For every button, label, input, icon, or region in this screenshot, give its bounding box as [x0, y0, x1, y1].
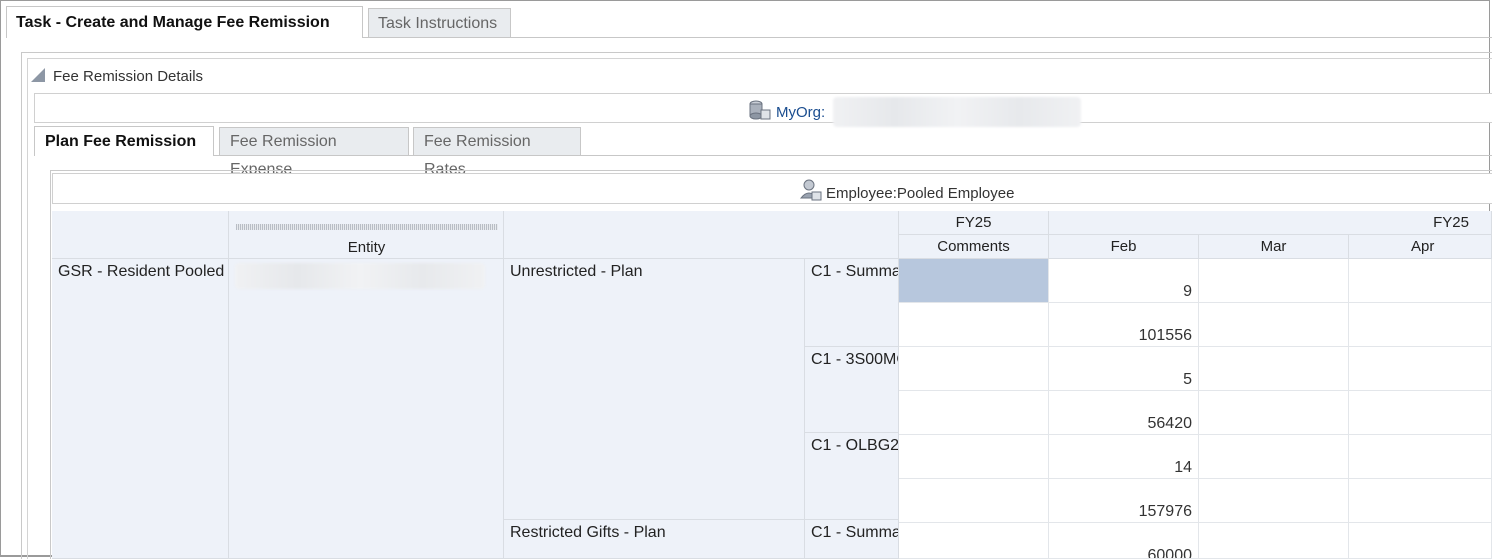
section-header[interactable]: Fee Remission Details [31, 66, 203, 88]
month-header-mar: Mar [1199, 235, 1349, 259]
apr-value-cell[interactable] [1349, 479, 1492, 523]
comment-cell[interactable] [899, 391, 1049, 435]
feb-value-cell[interactable]: 14 [1049, 435, 1199, 479]
mar-value-cell[interactable] [1199, 435, 1349, 479]
row-header-gsr-resident-pooled[interactable]: GSR - Resident Pooled [52, 259, 229, 559]
comments-header: Comments [899, 235, 1049, 259]
tab-fee-remission-expense[interactable]: Fee Remission Expense [219, 127, 409, 178]
corner-cell [52, 211, 229, 259]
tab-create-manage-fee-remission[interactable]: Task - Create and Manage Fee Remission [6, 6, 363, 38]
grid-pov-bar: Employee:Pooled Employee [52, 173, 1492, 204]
fy25-comments-header: FY25 [899, 211, 1049, 235]
apr-value-cell[interactable] [1349, 523, 1492, 559]
feb-value-cell[interactable]: 56420 [1049, 391, 1199, 435]
dimension-cube-icon [747, 99, 773, 129]
feb-value-cell[interactable]: 157976 [1049, 479, 1199, 523]
feb-value-cell[interactable]: 5 [1049, 347, 1199, 391]
tab-task-instructions[interactable]: Task Instructions [368, 8, 511, 37]
pov-bar: MyOrg: [34, 93, 1492, 127]
comment-cell[interactable] [899, 303, 1049, 347]
column-drag-handle[interactable] [236, 224, 498, 230]
pov-myorg-value-redacted[interactable] [833, 97, 1082, 127]
apr-value-cell[interactable] [1349, 303, 1492, 347]
row-header-entity[interactable] [229, 259, 504, 559]
fy25-months-header: FY25 [1049, 211, 1492, 235]
entity-value-redacted [235, 263, 485, 289]
feb-value-cell[interactable]: 101556 [1049, 303, 1199, 347]
tab-plan-fee-remission[interactable]: Plan Fee Remission [34, 126, 214, 156]
comment-cell[interactable] [899, 259, 1049, 303]
comment-cell[interactable] [899, 435, 1049, 479]
entity-header: Entity [347, 239, 386, 256]
row-header-restricted-gifts-plan[interactable]: Restricted Gifts - Plan [504, 520, 805, 559]
mar-value-cell[interactable] [1199, 391, 1349, 435]
apr-value-cell[interactable] [1349, 347, 1492, 391]
mar-value-cell[interactable] [1199, 523, 1349, 559]
row-header-c1-summa[interactable]: C1 - Summa [805, 259, 899, 347]
feb-value-cell[interactable]: 60000 [1049, 523, 1199, 559]
mar-value-cell[interactable] [1199, 479, 1349, 523]
apr-value-cell[interactable] [1349, 259, 1492, 303]
section-title: Fee Remission Details [53, 68, 204, 85]
apr-value-cell[interactable] [1349, 435, 1492, 479]
row-header-c1-summa-2[interactable]: C1 - Summa [805, 520, 899, 559]
pov-myorg-label: MyOrg: [776, 104, 826, 121]
row-header-c1-olbg25[interactable]: C1 - OLBG25 [805, 433, 899, 520]
mar-value-cell[interactable] [1199, 347, 1349, 391]
month-header-feb: Feb [1049, 235, 1199, 259]
tab-fee-remission-rates[interactable]: Fee Remission Rates [413, 127, 581, 178]
row-header-c1-3s00mc[interactable]: C1 - 3S00MC [805, 347, 899, 433]
feb-value-cell[interactable]: 9 [1049, 259, 1199, 303]
row-header-unrestricted-plan[interactable]: Unrestricted - Plan [504, 259, 805, 520]
mar-value-cell[interactable] [1199, 303, 1349, 347]
task-tab-bar: Task - Create and Manage Fee Remission T… [6, 6, 1492, 38]
mar-value-cell[interactable] [1199, 259, 1349, 303]
comment-cell[interactable] [899, 523, 1049, 559]
collapse-triangle-icon[interactable] [31, 68, 45, 82]
grid-pov-employee-label: Employee:Pooled Employee [826, 185, 1015, 202]
employee-icon [799, 178, 823, 210]
comment-cell[interactable] [899, 479, 1049, 523]
apr-value-cell[interactable] [1349, 391, 1492, 435]
row-dims-header [504, 211, 899, 259]
form-tab-bar: Plan Fee Remission Fee Remission Expense… [34, 126, 1492, 178]
month-header-apr: Apr [1349, 235, 1492, 259]
comment-cell[interactable] [899, 347, 1049, 391]
